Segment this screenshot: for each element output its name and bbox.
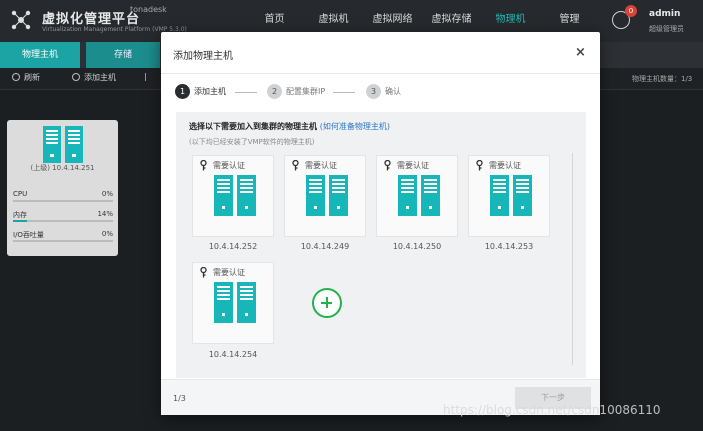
user-role: 超级管理员 [649,25,684,33]
metric-memory: 内存 14% [13,210,113,222]
key-icon [200,160,207,171]
wizard-steps: 1 添加主机 2 配置集群IP 3 确认 [161,74,600,112]
metric-cpu: CPU 0% [13,190,113,202]
add-host-dialog: 添加物理主机 × 1 添加主机 2 配置集群IP 3 确认 选择以下需要加入到集… [161,32,600,415]
host-card[interactable]: (上级) 10.4.14.251 CPU 0% 内存 14% I/O吞吐量 0% [7,120,118,256]
key-icon [200,267,207,278]
user-name[interactable]: admin [649,9,680,19]
dialog-header: 添加物理主机 × [161,32,600,74]
toolbar-divider: | [144,72,147,81]
server-icon [306,175,348,216]
refresh-icon [12,73,20,81]
hint-text: (以下均已经安装了VMP软件的物理主机) [189,138,315,146]
host-ip: 10.4.14.253 [484,242,534,251]
auth-required-label: 需要认证 [305,161,337,170]
host-card-option[interactable]: 需要认证 [468,155,550,237]
add-host-button[interactable]: 添加主机 [72,72,116,83]
server-icon [214,175,256,216]
notification-badge: 0 [625,5,637,17]
add-circle-icon [72,73,80,81]
server-icon [43,126,83,163]
server-icon [490,175,532,216]
host-card-option[interactable]: 需要认证 [192,155,274,237]
close-icon[interactable]: × [575,45,586,60]
host-selection-panel: 选择以下需要加入到集群的物理主机 (如何准备物理主机) (以下均已经安装了VMP… [176,112,586,378]
how-to-prepare-link[interactable]: (如何准备物理主机) [320,122,390,131]
refresh-button[interactable]: 刷新 [12,72,40,83]
host-card-option[interactable]: 需要认证 [284,155,366,237]
key-icon [292,160,299,171]
auth-required-label: 需要认证 [213,268,245,277]
host-ip: 10.4.14.254 [208,350,258,359]
dialog-title: 添加物理主机 [173,51,233,62]
host-ip: 10.4.14.252 [208,242,258,251]
host-ip: 10.4.14.250 [392,242,442,251]
tab-physical-host[interactable]: 物理主机 [0,42,80,68]
app-title: 虚拟化管理平台 [42,12,141,27]
key-icon [476,160,483,171]
add-host-plus-icon[interactable] [312,288,342,318]
host-ip: 10.4.14.249 [300,242,350,251]
watermark: https://blog.csdn.net/csdn10086110 [443,403,661,417]
logo-icon [11,10,31,30]
host-card-option[interactable]: 需要认证 [192,262,274,344]
page-indicator: 1/3 [173,394,186,403]
host-name: (上级) 10.4.14.251 [30,164,95,172]
server-icon [398,175,440,216]
server-icon [214,282,256,323]
metric-io: I/O吞吐量 0% [13,230,113,242]
host-count: 物理主机数量：1/3 [632,75,693,83]
key-icon [384,160,391,171]
tenant-label: tonadesk [130,5,167,14]
step-connector [235,92,257,93]
auth-required-label: 需要认证 [213,161,245,170]
auth-required-label: 需要认证 [489,161,521,170]
step-connector [333,92,355,93]
auth-required-label: 需要认证 [397,161,429,170]
host-card-option[interactable]: 需要认证 [376,155,458,237]
instruction-text: 选择以下需要加入到集群的物理主机 (如何准备物理主机) [189,122,391,131]
tab-storage[interactable]: 存储 [86,42,160,68]
scrollbar[interactable] [572,153,573,365]
